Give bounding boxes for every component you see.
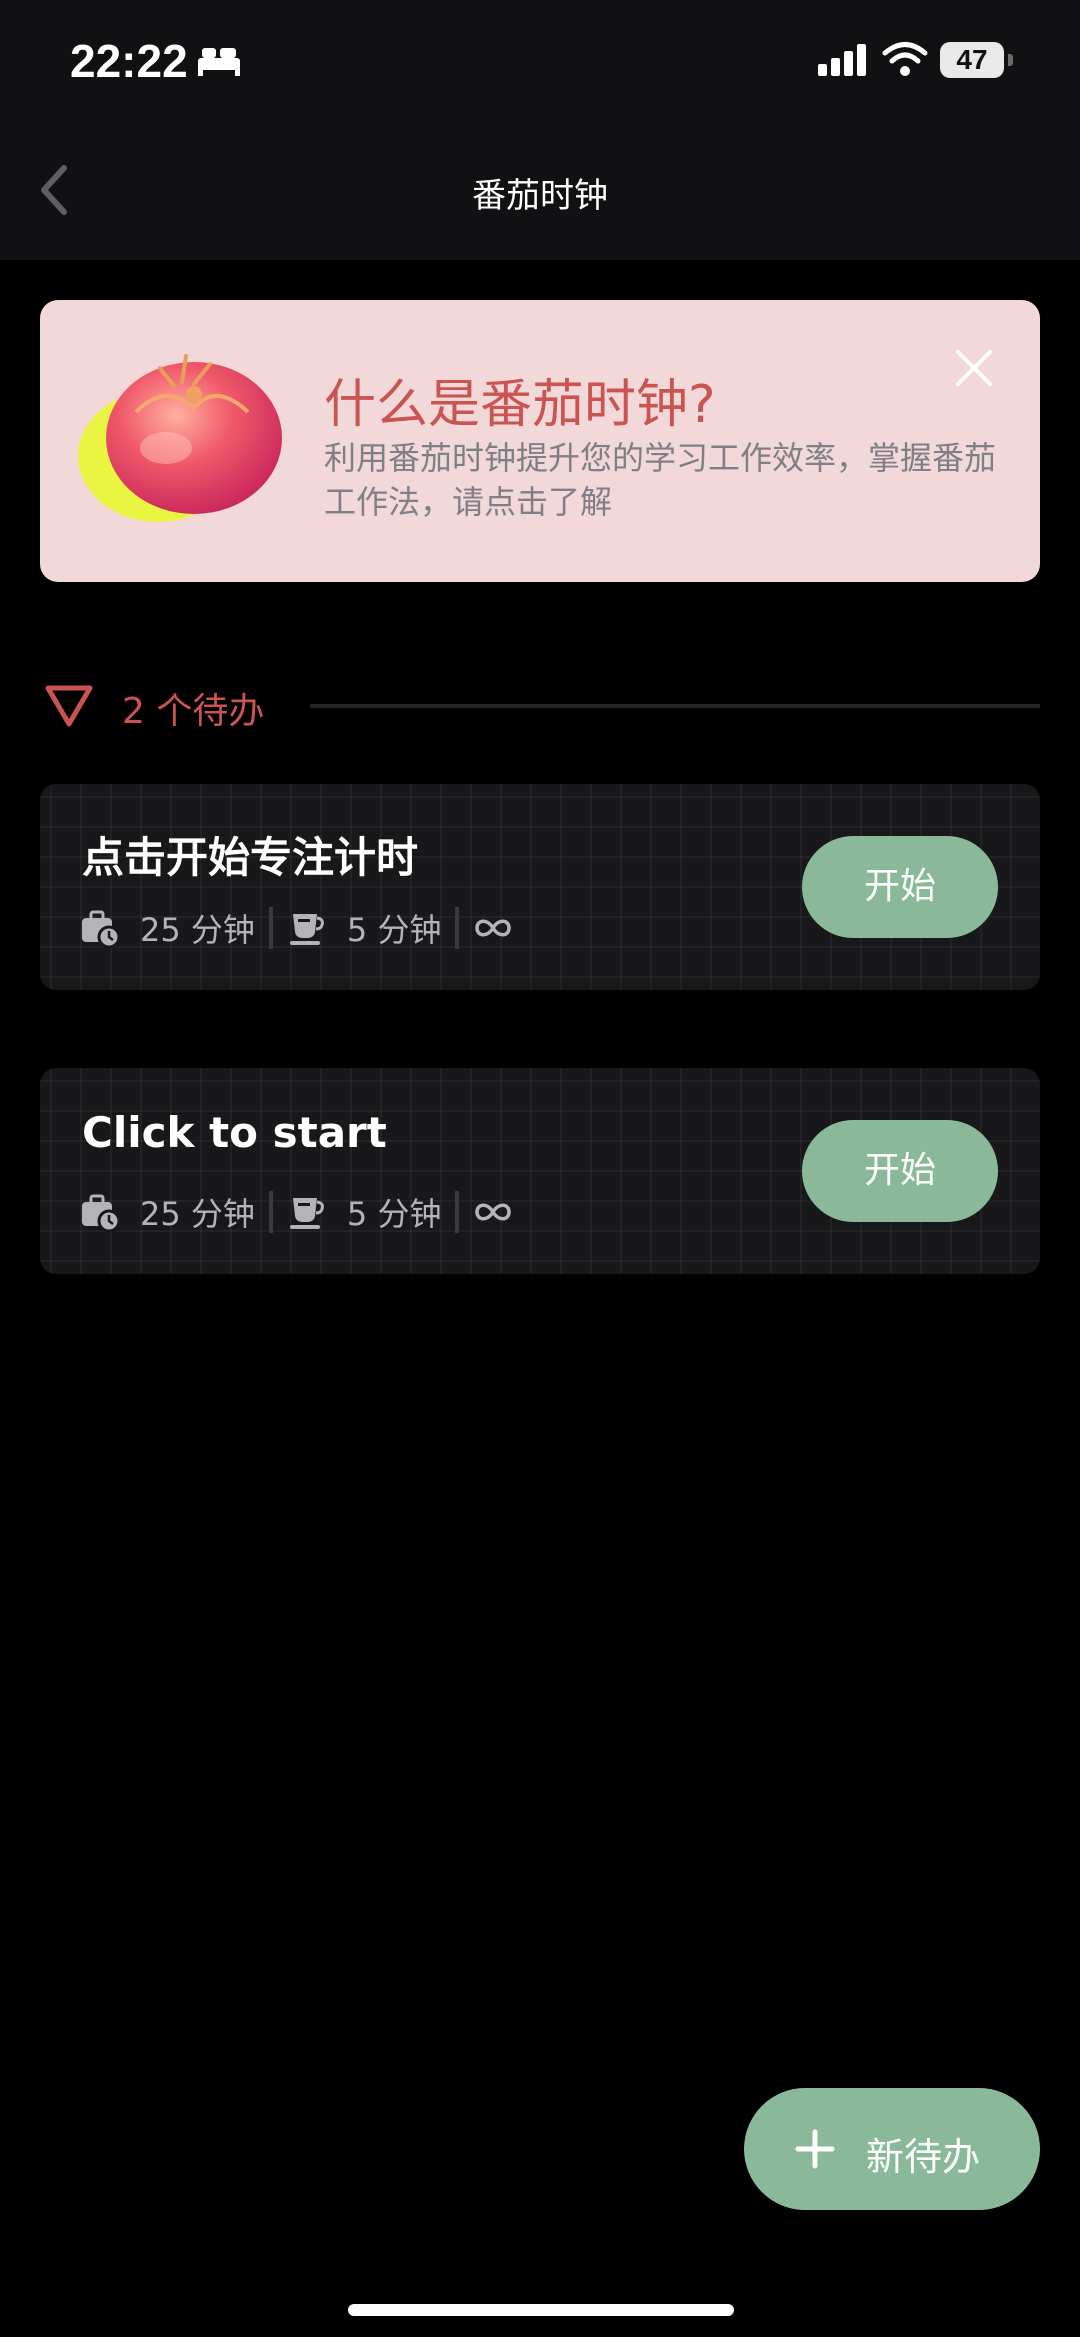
focus-duration: 25 分钟	[140, 1195, 255, 1233]
task-meta: 25 分钟 5 分钟	[80, 1188, 513, 1236]
tomato-illustration	[78, 354, 282, 522]
new-todo-label: 新待办	[866, 2135, 981, 2179]
nav-bar: 番茄时钟	[0, 120, 1080, 260]
triangle-down-icon[interactable]	[44, 684, 94, 728]
task-card[interactable]: Click to start 25 分钟 5 分钟 开始	[40, 1068, 1040, 1274]
battery-cap	[1008, 54, 1013, 66]
signal-icon	[818, 44, 866, 76]
break-duration: 5 分钟	[346, 911, 442, 949]
start-button[interactable]: 开始	[802, 1120, 998, 1222]
infinity-icon	[475, 1203, 512, 1221]
pomodoro-intro-banner[interactable]: 什么是番茄时钟? 利用番茄时钟提升您的学习工作效率，掌握番茄工作法，请点击了解	[40, 300, 1040, 582]
banner-description: 利用番茄时钟提升您的学习工作效率，掌握番茄工作法，请点击了解	[324, 439, 997, 521]
briefcase-clock-icon	[82, 910, 120, 948]
coffee-cup-icon	[289, 914, 324, 945]
bed-icon	[198, 48, 240, 76]
home-indicator[interactable]	[348, 2304, 734, 2316]
plus-icon	[795, 2129, 835, 2169]
task-title: 点击开始专注计时	[82, 833, 419, 882]
new-todo-button[interactable]: 新待办	[744, 2088, 1040, 2210]
todo-section-header: 2 个待办	[44, 676, 1040, 732]
wifi-icon	[882, 42, 928, 76]
section-divider	[310, 704, 1040, 708]
task-card[interactable]: 点击开始专注计时 25 分钟 5 分钟 开始	[40, 784, 1040, 990]
focus-duration: 25 分钟	[140, 911, 255, 949]
meta-divider	[268, 1191, 273, 1233]
task-title: Click to start	[82, 1108, 387, 1157]
meta-divider	[455, 907, 460, 949]
battery-icon: 47	[940, 42, 1004, 78]
meta-divider	[455, 1191, 460, 1233]
meta-divider	[268, 907, 273, 949]
infinity-icon	[475, 919, 512, 937]
coffee-cup-icon	[289, 1198, 324, 1229]
task-meta: 25 分钟 5 分钟	[80, 904, 513, 952]
close-icon[interactable]	[954, 348, 994, 388]
page-title: 番茄时钟	[472, 176, 608, 216]
briefcase-clock-icon	[82, 1194, 120, 1232]
todo-count: 2 个待办	[122, 691, 265, 732]
status-time: 22:22	[70, 35, 188, 87]
start-button[interactable]: 开始	[802, 836, 998, 938]
status-bar: 22:22 47	[0, 0, 1080, 120]
break-duration: 5 分钟	[346, 1195, 442, 1233]
banner-title: 什么是番茄时钟?	[324, 375, 716, 435]
